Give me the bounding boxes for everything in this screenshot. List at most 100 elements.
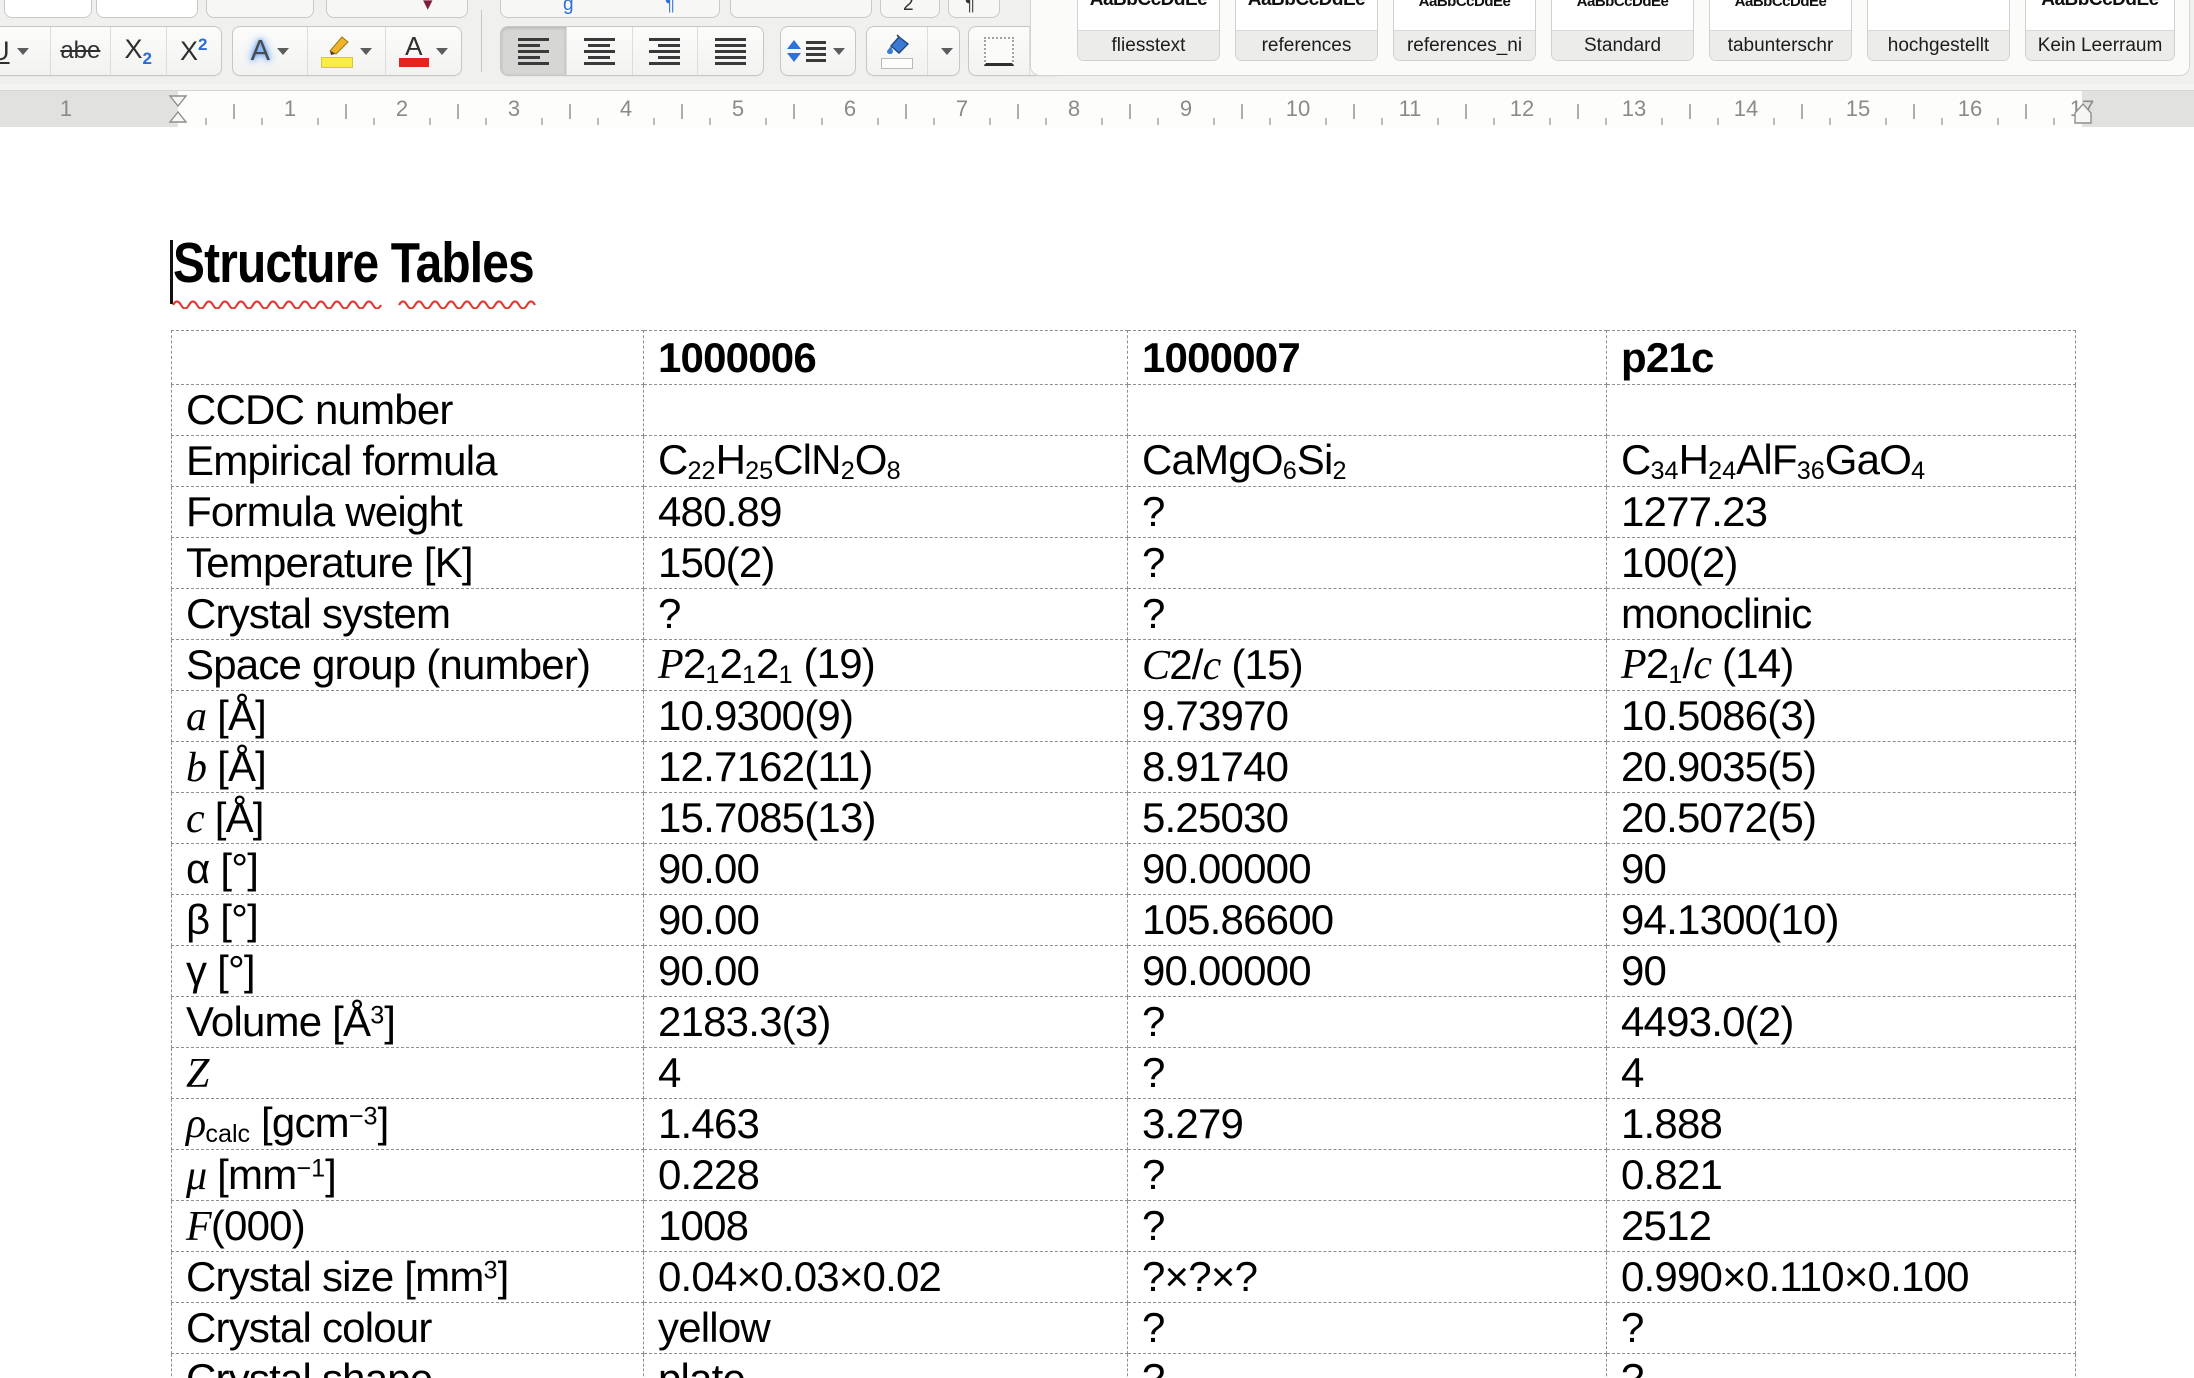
cell[interactable]: 90: [1607, 946, 2076, 997]
cell[interactable]: C2/c (15): [1128, 640, 1607, 691]
cell[interactable]: 150(2): [644, 538, 1128, 589]
header-1000007[interactable]: 1000007: [1128, 331, 1607, 385]
style-kein-leerraum[interactable]: AaBbCcDdEe Kein Leerraum: [2025, 0, 2175, 61]
style-fliesstext[interactable]: AaBbCcDdEe fliesstext: [1077, 0, 1220, 61]
row-label[interactable]: Z: [172, 1048, 644, 1099]
cell[interactable]: 20.5072(5): [1607, 793, 2076, 844]
cell[interactable]: 1.888: [1607, 1099, 2076, 1150]
header-1000006[interactable]: 1000006: [644, 331, 1128, 385]
horizontal-ruler[interactable]: 1 1 2 3 4 5 6 7 8 9 10 11 12 13 14 15 16…: [0, 90, 2194, 128]
cell[interactable]: ?: [1128, 589, 1607, 640]
cell[interactable]: C34H24AlF36GaO4: [1607, 436, 2076, 487]
cell[interactable]: ?: [1128, 1201, 1607, 1252]
cell[interactable]: 94.1300(10): [1607, 895, 2076, 946]
row-label[interactable]: Empirical formula: [172, 436, 644, 487]
cell[interactable]: 4493.0(2): [1607, 997, 2076, 1048]
cell[interactable]: 3.279: [1128, 1099, 1607, 1150]
cell[interactable]: 480.89: [644, 487, 1128, 538]
align-center-button[interactable]: [567, 27, 633, 75]
font-size-combo[interactable]: [96, 0, 198, 18]
cell[interactable]: 0.04×0.03×0.02: [644, 1252, 1128, 1303]
row-label[interactable]: Crystal system: [172, 589, 644, 640]
cell[interactable]: 0.821: [1607, 1150, 2076, 1201]
row-label[interactable]: b [Å]: [172, 742, 644, 793]
row-label[interactable]: μ [mm−1]: [172, 1150, 644, 1201]
line-spacing-button[interactable]: [781, 27, 851, 75]
cell[interactable]: 4: [644, 1048, 1128, 1099]
cell[interactable]: 100(2): [1607, 538, 2076, 589]
font-name-combo[interactable]: [4, 0, 92, 18]
strikethrough-button[interactable]: abe: [51, 27, 111, 75]
row-label[interactable]: a [Å]: [172, 691, 644, 742]
cell[interactable]: ?: [1128, 1354, 1607, 1378]
row-label[interactable]: Formula weight: [172, 487, 644, 538]
cell[interactable]: 4: [1607, 1048, 2076, 1099]
cell[interactable]: [1607, 385, 2076, 436]
cell[interactable]: 1008: [644, 1201, 1128, 1252]
cell[interactable]: 90.00000: [1128, 946, 1607, 997]
header-p21c[interactable]: p21c: [1607, 331, 2076, 385]
cell[interactable]: C22H25ClN2O8: [644, 436, 1128, 487]
list-buttons-group[interactable]: g ¶: [500, 0, 720, 18]
cell[interactable]: ?: [1607, 1303, 2076, 1354]
cell[interactable]: [644, 385, 1128, 436]
row-label[interactable]: α [°]: [172, 844, 644, 895]
row-label[interactable]: c [Å]: [172, 793, 644, 844]
cell[interactable]: 12.7162(11): [644, 742, 1128, 793]
row-label[interactable]: Crystal size [mm3]: [172, 1252, 644, 1303]
cell[interactable]: 90.00: [644, 844, 1128, 895]
style-hochgestellt[interactable]: AaBbCcDdEe hochgestellt: [1867, 0, 2010, 61]
cell[interactable]: ?: [1607, 1354, 2076, 1378]
cell[interactable]: 9.73970: [1128, 691, 1607, 742]
row-label[interactable]: γ [°]: [172, 946, 644, 997]
cell[interactable]: 90.00: [644, 895, 1128, 946]
cell[interactable]: ?: [644, 589, 1128, 640]
cell[interactable]: 1.463: [644, 1099, 1128, 1150]
header-empty[interactable]: [172, 331, 644, 385]
cell[interactable]: ?: [1128, 1303, 1607, 1354]
subscript-button[interactable]: X2: [111, 27, 166, 75]
style-references[interactable]: AaBbCcDdEe references: [1235, 0, 1378, 61]
cell[interactable]: P21/c (14): [1607, 640, 2076, 691]
indent-marker[interactable]: [167, 94, 189, 124]
cell[interactable]: 0.228: [644, 1150, 1128, 1201]
cell[interactable]: yellow: [644, 1303, 1128, 1354]
borders-button[interactable]: [969, 27, 1030, 75]
superscript-button[interactable]: X2: [167, 27, 221, 75]
cell[interactable]: P212121 (19): [644, 640, 1128, 691]
cell[interactable]: ?: [1128, 997, 1607, 1048]
row-label[interactable]: F(000): [172, 1201, 644, 1252]
cell[interactable]: 1277.23: [1607, 487, 2076, 538]
sort-button[interactable]: 2: [880, 0, 940, 18]
row-label[interactable]: CCDC number: [172, 385, 644, 436]
cell[interactable]: 105.86600: [1128, 895, 1607, 946]
align-right-button[interactable]: [633, 27, 699, 75]
cell[interactable]: 90.00000: [1128, 844, 1607, 895]
indent-buttons-group[interactable]: [730, 0, 872, 18]
cell[interactable]: 0.990×0.110×0.100: [1607, 1252, 2076, 1303]
style-standard[interactable]: AaBbCcDdEe Standard: [1551, 0, 1694, 61]
style-references-ni[interactable]: AaBbCcDdEe references_ni: [1393, 0, 1536, 61]
style-tabunterschr[interactable]: AaBbCcDdEe tabunterschr: [1709, 0, 1852, 61]
row-label[interactable]: Crystal shape: [172, 1354, 644, 1378]
row-label[interactable]: Crystal colour: [172, 1303, 644, 1354]
cell[interactable]: 15.7085(13): [644, 793, 1128, 844]
highlight-button[interactable]: [308, 27, 386, 75]
font-color-button[interactable]: A: [386, 27, 461, 75]
clear-format-group[interactable]: ▾: [326, 0, 468, 18]
cell[interactable]: 5.25030: [1128, 793, 1607, 844]
align-left-button[interactable]: [501, 27, 567, 75]
row-label[interactable]: Space group (number): [172, 640, 644, 691]
text-effects-button[interactable]: A: [233, 27, 308, 75]
cell[interactable]: ?: [1128, 1150, 1607, 1201]
shading-button[interactable]: [867, 27, 928, 75]
shading-dropdown[interactable]: [928, 27, 959, 75]
row-label[interactable]: ρcalc [gcm−3]: [172, 1099, 644, 1150]
cell[interactable]: 90.00: [644, 946, 1128, 997]
cell[interactable]: 2183.3(3): [644, 997, 1128, 1048]
document-page[interactable]: Structure Tables 1000006 1000007 p21c CC…: [0, 127, 2194, 1378]
cell[interactable]: 2512: [1607, 1201, 2076, 1252]
cell[interactable]: 90: [1607, 844, 2076, 895]
show-paragraph-marks-button[interactable]: ¶: [948, 0, 1000, 18]
cell[interactable]: CaMgO6Si2: [1128, 436, 1607, 487]
